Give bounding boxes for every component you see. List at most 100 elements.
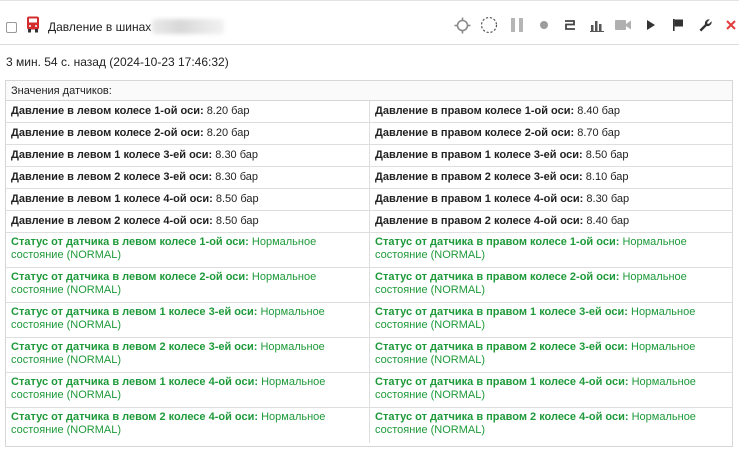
pressure-label: Давление в левом 1 колесе 4-ой оси: <box>11 193 213 205</box>
status-value: Нормальное <box>251 271 317 283</box>
pressure-value: 8.30 бар <box>215 171 259 183</box>
status-value: Нормальное <box>261 411 326 423</box>
pressure-label: Давление в левом колесе 1-ой оси: <box>11 105 204 117</box>
widget-header: Давление в шинах <box>0 0 739 45</box>
pressure-label: Давление в правом 2 колесе 4-ой оси: <box>375 215 584 227</box>
status-label: Статус от датчика в левом 2 колесе 4-ой … <box>11 411 259 423</box>
close-icon[interactable] <box>722 16 739 34</box>
pressure-label: Давление в правом колесе 2-ой оси: <box>375 127 575 139</box>
status-value: Нормальное <box>631 411 696 423</box>
status-value-cont: состояние (NORMAL) <box>11 389 122 401</box>
pressure-value: 8.50 бар <box>215 215 259 227</box>
pressure-value: 8.70 бар <box>577 127 620 139</box>
pressure-cell-left: Давление в левом 2 колесе 4-ой оси: 8.50… <box>6 211 370 233</box>
crosshair-icon[interactable] <box>453 16 471 34</box>
status-label: Статус от датчика в левом колесе 2-ой ос… <box>11 271 249 283</box>
status-cell-right: Статус от датчика в правом 1 колесе 3-ей… <box>370 303 733 338</box>
pressure-cell-left: Давление в левом колесе 1-ой оси: 8.20 б… <box>6 101 370 123</box>
dot-icon[interactable] <box>535 16 553 34</box>
pressure-cell-right: Давление в правом 2 колесе 4-ой оси: 8.4… <box>370 211 733 233</box>
pressure-cell-left: Давление в левом 1 колесе 4-ой оси: 8.50… <box>6 189 370 211</box>
wrench-icon[interactable] <box>696 16 714 34</box>
pressure-cell-right: Давление в правом 2 колесе 3-ей оси: 8.1… <box>370 167 733 189</box>
status-value: Нормальное <box>251 236 317 248</box>
status-value: Нормальное <box>260 306 325 318</box>
status-cell-right: Статус от датчика в правом колесе 2-ой о… <box>370 268 733 303</box>
truck-icon <box>27 16 39 33</box>
status-cell-left: Статус от датчика в левом 1 колесе 4-ой … <box>6 373 370 408</box>
unit-name-blurred <box>152 19 224 34</box>
widget-title: Давление в шинах <box>48 20 152 34</box>
dashed-circle-icon[interactable] <box>480 16 498 34</box>
play-icon[interactable] <box>642 16 660 34</box>
status-cell-left: Статус от датчика в левом 2 колесе 4-ой … <box>6 408 370 443</box>
pressure-label: Давление в правом колесе 1-ой оси: <box>375 105 575 117</box>
status-value: Нормальное <box>261 376 326 388</box>
pressure-value: 8.40 бар <box>577 105 620 117</box>
status-cell-left: Статус от датчика в левом колесе 1-ой ос… <box>6 233 370 268</box>
sensor-values-grid: Давление в левом колесе 1-ой оси: 8.20 б… <box>6 101 733 443</box>
status-value-cont: состояние (NORMAL) <box>11 319 122 331</box>
status-cell-left: Статус от датчика в левом 2 колесе 3-ей … <box>6 338 370 373</box>
status-label: Статус от датчика в правом 1 колесе 4-ой… <box>375 376 629 388</box>
status-value-cont: состояние (NORMAL) <box>11 354 122 366</box>
pressure-cell-right: Давление в правом 1 колесе 3-ей оси: 8.5… <box>370 145 733 167</box>
status-label: Статус от датчика в левом 2 колесе 3-ей … <box>11 341 258 353</box>
status-label: Статус от датчика в правом 2 колесе 3-ей… <box>375 341 628 353</box>
status-cell-right: Статус от датчика в правом 2 колесе 3-ей… <box>370 338 733 373</box>
status-value: Нормальное <box>631 341 696 353</box>
pressure-label: Давление в правом 1 колесе 4-ой оси: <box>375 193 584 205</box>
status-value-cont: состояние (NORMAL) <box>375 284 486 296</box>
status-value-cont: состояние (NORMAL) <box>11 284 122 296</box>
status-value-cont: состояние (NORMAL) <box>11 424 122 436</box>
link-icon[interactable] <box>561 16 579 34</box>
pressure-cell-left: Давление в левом колесе 2-ой оси: 8.20 б… <box>6 123 370 145</box>
status-cell-right: Статус от датчика в правом колесе 1-ой о… <box>370 233 733 268</box>
status-cell-left: Статус от датчика в левом колесе 2-ой ос… <box>6 268 370 303</box>
status-value: Нормальное <box>631 306 696 318</box>
select-checkbox[interactable] <box>6 22 17 33</box>
sensor-values-heading: Значения датчиков: <box>6 81 732 101</box>
pressure-value: 8.50 бар <box>215 193 259 205</box>
status-value-cont: состояние (NORMAL) <box>375 354 486 366</box>
pressure-cell-left: Давление в левом 1 колесе 3-ей оси: 8.30… <box>6 145 370 167</box>
pressure-label: Давление в левом 2 колесе 3-ей оси: <box>11 171 213 183</box>
status-value-cont: состояние (NORMAL) <box>375 249 486 261</box>
status-cell-right: Статус от датчика в правом 1 колесе 4-ой… <box>370 373 733 408</box>
video-icon[interactable] <box>614 16 632 34</box>
pressure-value: 8.30 бар <box>586 193 630 205</box>
status-label: Статус от датчика в левом 1 колесе 3-ей … <box>11 306 258 318</box>
status-value-cont: состояние (NORMAL) <box>375 389 486 401</box>
status-label: Статус от датчика в правом 1 колесе 3-ей… <box>375 306 628 318</box>
status-cell-right: Статус от датчика в правом 2 колесе 4-ой… <box>370 408 733 443</box>
bar-chart-icon[interactable] <box>588 16 606 34</box>
status-value: Нормальное <box>622 236 687 248</box>
sensor-values-panel: Значения датчиков: Давление в левом коле… <box>5 80 733 447</box>
status-value: Нормальное <box>622 271 687 283</box>
pressure-value: 8.20 бар <box>206 105 250 117</box>
status-value: Нормальное <box>260 341 325 353</box>
status-label: Статус от датчика в левом колесе 1-ой ос… <box>11 236 249 248</box>
pause-icon[interactable] <box>508 16 526 34</box>
flag-icon[interactable] <box>669 16 687 34</box>
pressure-label: Давление в правом 1 колесе 3-ей оси: <box>375 149 583 161</box>
last-message-time: 3 мин. 54 с. назад (2024-10-23 17:46:32) <box>6 55 229 69</box>
status-value: Нормальное <box>631 376 696 388</box>
status-label: Статус от датчика в левом 1 колесе 4-ой … <box>11 376 259 388</box>
pressure-value: 8.40 бар <box>586 215 630 227</box>
pressure-value: 8.30 бар <box>215 149 259 161</box>
status-value-cont: состояние (NORMAL) <box>11 249 122 261</box>
pressure-value: 8.20 бар <box>206 127 250 139</box>
pressure-cell-right: Давление в правом колесе 1-ой оси: 8.40 … <box>370 101 733 123</box>
pressure-value: 8.50 бар <box>585 149 629 161</box>
pressure-label: Давление в правом 2 колесе 3-ей оси: <box>375 171 583 183</box>
pressure-value: 8.10 бар <box>585 171 629 183</box>
status-label: Статус от датчика в правом колесе 2-ой о… <box>375 271 620 283</box>
status-value-cont: состояние (NORMAL) <box>375 319 486 331</box>
status-cell-left: Статус от датчика в левом 1 колесе 3-ей … <box>6 303 370 338</box>
status-value-cont: состояние (NORMAL) <box>375 424 486 436</box>
status-label: Статус от датчика в правом 2 колесе 4-ой… <box>375 411 629 423</box>
pressure-cell-right: Давление в правом 1 колесе 4-ой оси: 8.3… <box>370 189 733 211</box>
pressure-label: Давление в левом 2 колесе 4-ой оси: <box>11 215 213 227</box>
pressure-cell-left: Давление в левом 2 колесе 3-ей оси: 8.30… <box>6 167 370 189</box>
